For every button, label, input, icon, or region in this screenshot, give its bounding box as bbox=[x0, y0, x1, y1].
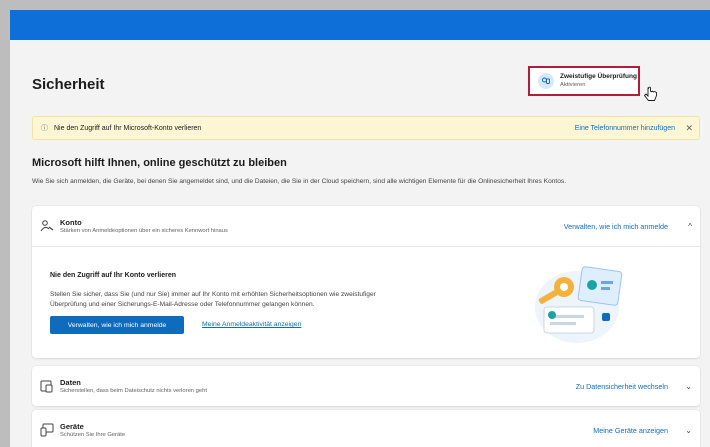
two-factor-icon bbox=[538, 73, 554, 89]
header-row: Sicherheit Zweistufige Überprüfung Aktiv… bbox=[32, 40, 700, 106]
chevron-down-icon[interactable]: ⌄ bbox=[685, 426, 692, 435]
daten-title: Daten bbox=[60, 377, 81, 387]
daten-card: Daten Sicherstellen, dass beim Dateischu… bbox=[32, 366, 700, 406]
geraete-card: Geräte Schützen Sie Ihre Geräte Meine Ge… bbox=[32, 410, 700, 447]
expanded-title: Nie den Zugriff auf Ihr Konto verlieren bbox=[50, 272, 177, 279]
chevron-up-icon[interactable]: ^ bbox=[688, 222, 692, 231]
key-person-icon bbox=[40, 219, 54, 233]
file-shield-icon bbox=[40, 379, 54, 393]
konto-title: Konto bbox=[60, 217, 82, 227]
security-illustration bbox=[522, 257, 632, 352]
banner-text: Nie den Zugriff auf Ihr Microsoft-Konto … bbox=[54, 124, 202, 132]
geraete-card-header[interactable]: Geräte Schützen Sie Ihre Geräte Meine Ge… bbox=[32, 410, 700, 447]
section-title: Microsoft hilft Ihnen, online geschützt … bbox=[32, 157, 287, 169]
info-icon: ⓘ bbox=[41, 125, 48, 132]
main-content: Sicherheit Zweistufige Überprüfung Aktiv… bbox=[32, 40, 700, 447]
data-security-link[interactable]: Zu Datensicherheit wechseln bbox=[576, 382, 668, 391]
top-bar bbox=[10, 10, 710, 40]
manage-signin-button[interactable]: Verwalten, wie ich mich anmelde bbox=[50, 316, 184, 334]
manage-signin-link[interactable]: Verwalten, wie ich mich anmelde bbox=[564, 222, 668, 231]
hand-cursor-icon bbox=[642, 86, 660, 109]
konto-card: Konto Stärken von Anmeldeoptionen über e… bbox=[32, 206, 700, 358]
two-factor-title: Zweistufige Überprüfung bbox=[560, 73, 637, 80]
close-icon[interactable]: ✕ bbox=[685, 123, 693, 134]
konto-subtitle: Stärken von Anmeldeoptionen über ein sic… bbox=[60, 227, 228, 234]
chevron-down-icon[interactable]: ⌄ bbox=[685, 382, 692, 391]
page-title: Sicherheit bbox=[32, 76, 105, 93]
page: Sicherheit Zweistufige Überprüfung Aktiv… bbox=[10, 10, 710, 447]
geraete-subtitle: Schützen Sie Ihre Geräte bbox=[60, 431, 126, 438]
signin-activity-link[interactable]: Meine Anmeldeaktivität anzeigen bbox=[202, 321, 301, 328]
geraete-title: Geräte bbox=[60, 421, 84, 431]
my-devices-link[interactable]: Meine Geräte anzeigen bbox=[593, 426, 668, 435]
daten-card-header[interactable]: Daten Sicherstellen, dass beim Dateischu… bbox=[32, 366, 700, 406]
daten-subtitle: Sicherstellen, dass beim Dateischutz nic… bbox=[60, 387, 207, 394]
expanded-text: Stellen Sie sicher, dass Sie (und nur Si… bbox=[50, 291, 376, 308]
two-factor-button[interactable]: Zweistufige Überprüfung Aktivieren bbox=[528, 66, 640, 96]
konto-card-header[interactable]: Konto Stärken von Anmeldeoptionen über e… bbox=[32, 206, 700, 246]
warning-banner: ⓘ Nie den Zugriff auf Ihr Microsoft-Kont… bbox=[32, 116, 700, 140]
konto-expanded-panel: Nie den Zugriff auf Ihr Konto verlieren … bbox=[32, 246, 700, 358]
devices-icon bbox=[40, 423, 54, 437]
section-description: Wie Sie sich anmelden, die Geräte, bei d… bbox=[32, 178, 567, 185]
add-phone-link[interactable]: Eine Telefonnummer hinzufügen bbox=[575, 125, 675, 132]
two-factor-subtitle: Aktivieren bbox=[560, 82, 586, 88]
